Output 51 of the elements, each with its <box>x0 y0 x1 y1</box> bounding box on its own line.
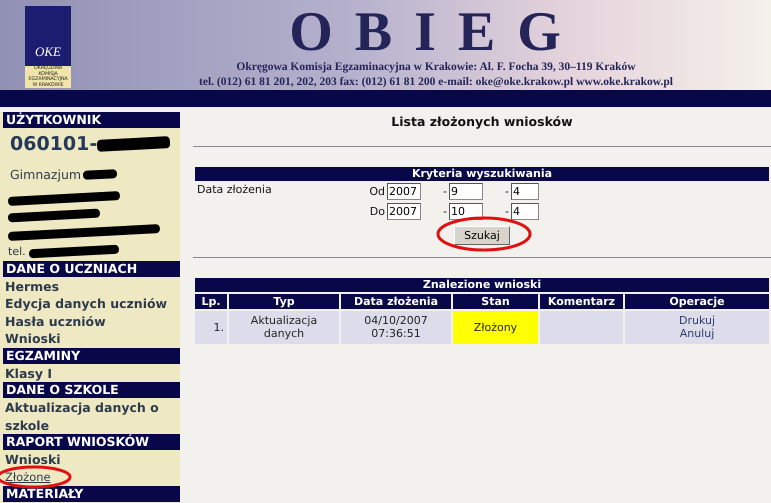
menu-link[interactable]: Wnioski <box>0 330 180 348</box>
separator: - <box>443 184 447 198</box>
user-id: 060101- <box>10 132 98 154</box>
table-cell: Aktualizacja danych <box>229 310 339 344</box>
page-title: Lista złożonych wniosków <box>390 114 574 131</box>
separator: - <box>504 204 509 218</box>
day-field[interactable]: 4 <box>510 202 539 220</box>
section-heading: UŻYTKOWNIK <box>3 112 180 128</box>
section-heading: DANE O UCZNIACH <box>3 260 180 276</box>
column-header: Komentarz <box>540 294 623 308</box>
menu-link[interactable]: Hasła uczniów <box>0 312 180 330</box>
section-heading: RAPORT WNIOSKÓW <box>3 434 180 450</box>
column-header: Lp. <box>195 294 227 308</box>
menu-link[interactable]: Hermes <box>0 278 180 295</box>
field-label: Do <box>368 204 385 218</box>
section-heading: MATERIAŁY <box>3 486 180 502</box>
section-heading: DANE O SZKOLE <box>3 382 180 398</box>
redaction-mark <box>82 168 118 180</box>
day-field[interactable]: 4 <box>510 182 539 200</box>
menu-link[interactable]: Klasy I <box>0 364 180 382</box>
field-label: Od <box>368 184 385 198</box>
column-header: Data złożenia <box>341 294 451 308</box>
separator: - <box>504 184 509 198</box>
menu-link[interactable]: Edycja danych uczniów <box>0 295 180 312</box>
column-header: Stan <box>453 294 538 308</box>
field-label: Data złożenia <box>196 182 272 196</box>
column-header: Typ <box>229 294 339 308</box>
search-button[interactable]: Szukaj <box>454 226 510 244</box>
section-heading: EGZAMINY <box>3 348 180 364</box>
school-name: Gimnazjum <box>10 166 82 182</box>
column-header: Operacje <box>625 294 769 308</box>
menu-link[interactable]: Aktualizacja danych o szkole <box>0 399 180 434</box>
panel-heading: Kryteria wyszukiwania <box>195 166 769 180</box>
contact-line: tel. (012) 61 81 201, 202, 203 fax: (012) 61 81 200 e-mail: oke@oke.krakow.pl www.oke.krakow.pl <box>199 75 673 90</box>
year-field[interactable]: 2007 <box>387 182 421 200</box>
status-cell: Złożony <box>453 310 538 344</box>
operation-link[interactable]: Anuluj <box>680 327 714 340</box>
operation-link[interactable]: Drukuj <box>678 314 716 327</box>
phone-label: tel. <box>8 244 26 258</box>
month-field[interactable]: 9 <box>448 182 483 200</box>
panel-heading: Znalezione wnioski <box>195 278 769 292</box>
menu-link[interactable]: Wnioski <box>0 451 180 468</box>
address-line: Okręgowa Komisja Egzaminacyjna w Krakowie: Al. F. Focha 39, 30–119 Kraków <box>236 60 636 75</box>
menu-link[interactable]: Złożone <box>0 468 180 486</box>
month-field[interactable]: 10 <box>448 202 483 220</box>
site-title: OBIEG <box>289 4 583 60</box>
separator: - <box>443 204 447 218</box>
table-cell: 1. <box>195 310 227 344</box>
table-cell: 04/10/2007 07:36:51 <box>341 310 451 344</box>
logo-mark: OKE <box>35 44 61 61</box>
year-field[interactable]: 2007 <box>387 202 421 220</box>
